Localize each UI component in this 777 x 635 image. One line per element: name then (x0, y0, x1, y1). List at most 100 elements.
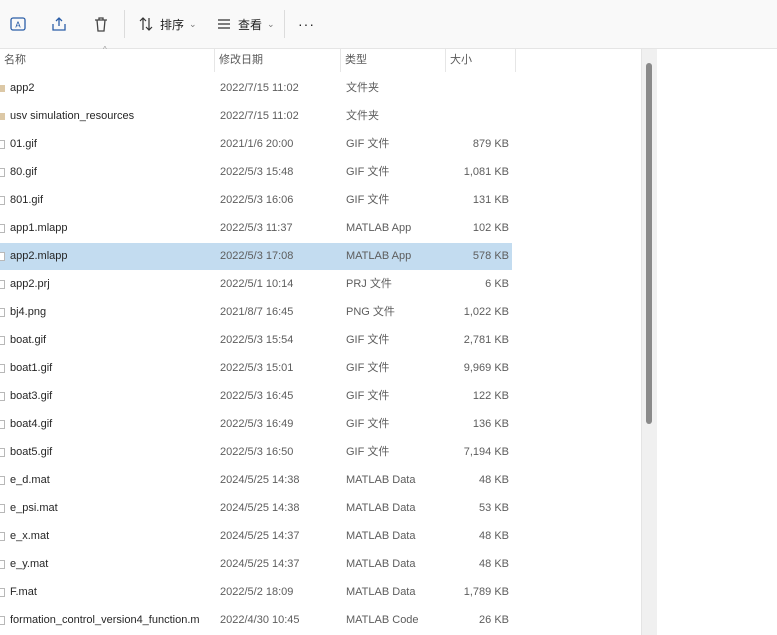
file-size: 1,081 KB (463, 166, 509, 178)
file-row[interactable]: bj4.png 2021/8/7 16:45 PNG 文件 1,022 KB (0, 299, 512, 326)
empty-pane (657, 49, 777, 635)
file-row[interactable]: 801.gif 2022/5/3 16:06 GIF 文件 131 KB (0, 187, 512, 214)
file-name: usv simulation_resources (10, 110, 135, 122)
file-type: GIF 文件 (346, 334, 390, 346)
file-type: 文件夹 (346, 82, 379, 94)
file-size: 1,789 KB (463, 586, 509, 598)
file-name: bj4.png (10, 306, 47, 318)
file-row[interactable]: formation_control_version4_function.m 202… (0, 607, 512, 634)
file-row[interactable]: e_psi.mat 2024/5/25 14:38 MATLAB Data 53 KB (0, 495, 512, 522)
file-icon (0, 560, 5, 569)
file-row[interactable]: boat4.gif 2022/5/3 16:49 GIF 文件 136 KB (0, 411, 512, 438)
more-options-button[interactable]: ··· (298, 17, 315, 31)
file-name: e_d.mat (10, 474, 50, 486)
file-type: GIF 文件 (346, 362, 390, 374)
column-header-row: ^ 名称 修改日期 类型 大小 (0, 45, 516, 72)
file-date: 2022/5/3 11:37 (220, 222, 293, 234)
file-type: PRJ 文件 (346, 278, 392, 290)
scrollbar-thumb[interactable] (646, 63, 652, 424)
file-name: 80.gif (10, 166, 37, 178)
file-date: 2022/7/15 11:02 (220, 82, 299, 94)
file-date: 2024/5/25 14:37 (220, 558, 300, 570)
file-size: 48 KB (479, 474, 509, 486)
file-icon (0, 308, 5, 317)
file-size (446, 75, 509, 102)
file-icon (0, 532, 5, 541)
file-date: 2021/1/6 20:00 (220, 138, 294, 150)
file-row[interactable]: e_d.mat 2024/5/25 14:38 MATLAB Data 48 KB (0, 467, 512, 494)
rename-icon[interactable]: A (7, 13, 29, 35)
file-icon (0, 336, 5, 345)
file-row[interactable]: app1.mlapp 2022/5/3 11:37 MATLAB App 102 KB (0, 215, 512, 242)
file-row[interactable]: boat1.gif 2022/5/3 15:01 GIF 文件 9,969 KB (0, 355, 512, 382)
file-row[interactable]: F.mat 2022/5/2 18:09 MATLAB Data 1,789 KB (0, 579, 512, 606)
folder-icon (0, 85, 5, 92)
delete-icon[interactable] (90, 13, 112, 35)
file-date: 2024/5/25 14:38 (220, 474, 300, 486)
file-type: MATLAB App (346, 222, 412, 234)
file-row[interactable]: app2 2022/7/15 11:02 文件夹 (0, 75, 512, 102)
share-icon[interactable] (48, 13, 70, 35)
file-size: 48 KB (479, 558, 509, 570)
file-size: 1,022 KB (463, 306, 509, 318)
vertical-scrollbar[interactable] (641, 49, 657, 635)
sort-button[interactable]: 排序 ⌄ (138, 13, 197, 35)
file-row[interactable]: e_x.mat 2024/5/25 14:37 MATLAB Data 48 KB (0, 523, 512, 550)
column-header-name[interactable]: 名称 (0, 49, 215, 72)
file-date: 2022/5/3 15:48 (220, 166, 294, 178)
file-row[interactable]: boat3.gif 2022/5/3 16:45 GIF 文件 122 KB (0, 383, 512, 410)
file-icon (0, 280, 5, 289)
file-type: MATLAB Data (346, 530, 416, 542)
file-date: 2022/4/30 10:45 (220, 614, 300, 626)
file-type: MATLAB App (346, 250, 412, 262)
file-icon (0, 588, 5, 597)
file-size: 26 KB (479, 614, 509, 626)
file-type: MATLAB Code (346, 614, 419, 626)
file-date: 2022/5/1 10:14 (220, 278, 294, 290)
column-header-size[interactable]: 大小 (446, 49, 516, 72)
file-row[interactable]: 80.gif 2022/5/3 15:48 GIF 文件 1,081 KB (0, 159, 512, 186)
file-name: e_y.mat (10, 558, 49, 570)
file-date: 2022/5/3 15:54 (220, 334, 294, 346)
view-label: 查看 (238, 17, 263, 32)
file-type: GIF 文件 (346, 418, 390, 430)
file-type: 文件夹 (346, 110, 379, 122)
file-icon (0, 420, 5, 429)
file-row[interactable]: app2.mlapp 2022/5/3 17:08 MATLAB App 578 KB (0, 243, 512, 270)
file-icon (0, 196, 5, 205)
file-row[interactable]: 01.gif 2021/1/6 20:00 GIF 文件 879 KB (0, 131, 512, 158)
file-date: 2024/5/25 14:37 (220, 530, 300, 542)
file-name: boat1.gif (10, 362, 53, 374)
file-row[interactable]: boat.gif 2022/5/3 15:54 GIF 文件 2,781 KB (0, 327, 512, 354)
file-row[interactable]: usv simulation_resources 2022/7/15 11:02 文… (0, 103, 512, 130)
file-date: 2022/5/2 18:09 (220, 586, 294, 598)
file-date: 2022/5/3 15:01 (220, 362, 294, 374)
file-row[interactable]: e_y.mat 2024/5/25 14:37 MATLAB Data 48 KB (0, 551, 512, 578)
file-name: F.mat (10, 586, 37, 598)
file-size (446, 103, 509, 130)
column-header-type[interactable]: 类型 (341, 49, 446, 72)
file-type: MATLAB Data (346, 502, 416, 514)
file-name: 801.gif (10, 194, 44, 206)
file-row[interactable]: app2.prj 2022/5/1 10:14 PRJ 文件 6 KB (0, 271, 512, 298)
file-type: MATLAB Data (346, 558, 416, 570)
file-icon (0, 224, 5, 233)
file-icon (0, 504, 5, 513)
file-icon (0, 364, 5, 373)
file-date: 2022/5/3 16:06 (220, 194, 294, 206)
view-icon (218, 19, 230, 29)
column-header-date[interactable]: 修改日期 (215, 49, 341, 72)
file-date: 2022/5/3 16:50 (220, 446, 294, 458)
file-size: 879 KB (472, 138, 509, 150)
file-type: GIF 文件 (346, 446, 390, 458)
file-size: 9,969 KB (463, 362, 509, 374)
file-date: 2022/5/3 17:08 (220, 250, 294, 262)
file-row[interactable]: boat5.gif 2022/5/3 16:50 GIF 文件 7,194 KB (0, 439, 512, 466)
file-size: 102 KB (472, 222, 509, 234)
file-name: 01.gif (10, 138, 37, 150)
file-size: 122 KB (472, 390, 509, 402)
file-size: 48 KB (479, 530, 509, 542)
command-bar: A 排序 ⌄ 查看 ⌄ ··· (0, 0, 777, 49)
view-button[interactable]: 查看 ⌄ (216, 13, 275, 35)
file-icon (0, 392, 5, 401)
